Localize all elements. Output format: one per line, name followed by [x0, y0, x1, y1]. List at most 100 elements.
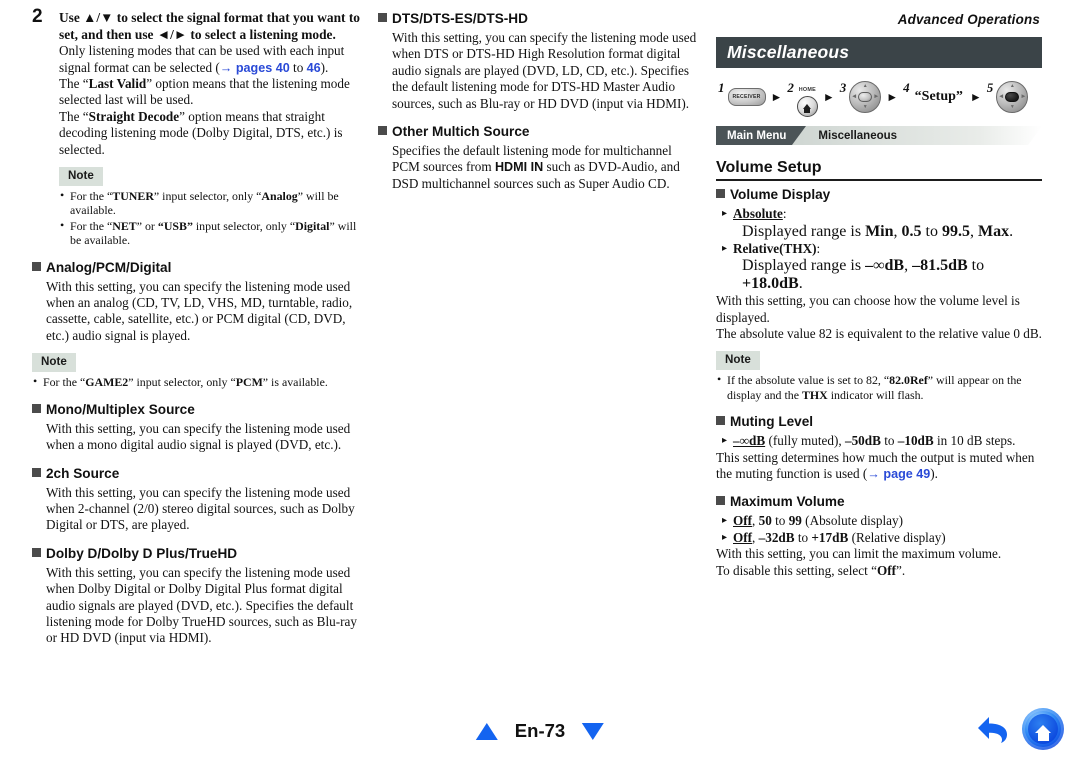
dpad-enter-icon[interactable]: ▲ ▼ ◀ ▶	[996, 81, 1029, 113]
dpad-down-icon: ▼	[862, 105, 868, 110]
step-number: 2	[32, 6, 43, 27]
section-body-mono-multiplex-source: With this setting, you can specify the l…	[46, 420, 351, 453]
option-relative-range: Displayed range is –∞dB, –81.5dB to +18.…	[716, 257, 1042, 293]
range-sep1: ,	[893, 222, 902, 240]
remote-step-number: 4	[903, 80, 910, 95]
range-text-a: Displayed range is	[742, 222, 866, 240]
home-button-icon[interactable]	[796, 95, 818, 117]
max-suffix: (Absolute display)	[801, 513, 903, 529]
chapter-banner: Miscellaneous	[716, 37, 1042, 68]
para3-bold: Straight Decode	[88, 108, 180, 124]
muting-inf: –∞dB	[733, 433, 766, 449]
section-heading-label: Dolby D/Dolby D Plus/TrueHD	[46, 545, 238, 561]
section-heading-other-multich-source: Other Multich Source	[378, 123, 700, 140]
arrow-right-icon: ►	[886, 89, 899, 104]
step-paragraph-3: The “Straight Decode” option means that …	[59, 109, 362, 158]
note-label: Note	[32, 353, 76, 373]
max-off: Off	[733, 529, 753, 545]
max-para2-a: To disable this setting, select “	[716, 562, 877, 578]
section-heading-analog-pcm-digital: Analog/PCM/Digital	[32, 259, 362, 276]
note-text-a: If the absolute value is set to 82, “	[727, 373, 890, 388]
page-link-46: 46	[306, 60, 321, 75]
triangle-up-icon[interactable]	[475, 722, 498, 740]
section-heading-maximum-volume: Maximum Volume	[716, 493, 1042, 510]
remote-key-sequence: 1 RECEIVER ► 2 HOME ► 3 ▲ ▼ ◀ ▶ ► 4 “Set…	[718, 77, 1042, 117]
remote-step-number: 3	[839, 80, 847, 95]
section-heading-label: Maximum Volume	[730, 494, 845, 510]
range-inf: –∞dB	[865, 257, 905, 275]
dpad-left-icon: ◀	[999, 94, 1004, 100]
arrow-right-icon: ►	[770, 89, 783, 104]
option-max-volume-relative: Off, –32dB to +17dB (Relative display)	[716, 529, 1042, 547]
option-absolute-colon: :	[782, 206, 787, 222]
range-high: +18.0dB	[742, 275, 799, 293]
manual-page: 2 Use ▲/▼ to select the signal format th…	[0, 0, 1080, 764]
option-relative-thx: Relative(THX):	[716, 241, 1042, 258]
receiver-button-icon[interactable]: RECEIVER	[727, 88, 766, 106]
square-bullet-icon	[716, 416, 725, 426]
range-high: 99.5	[941, 222, 970, 240]
option-absolute-label: Absolute	[733, 206, 783, 222]
page-link-40-46[interactable]: → pages 40 to 46	[220, 59, 321, 75]
section-heading-dts: DTS/DTS-ES/DTS-HD	[378, 10, 700, 27]
square-bullet-icon	[716, 496, 725, 506]
max-suffix: (Relative display)	[848, 529, 946, 545]
column-left: 2 Use ▲/▼ to select the signal format th…	[32, 6, 362, 647]
maximum-volume-paragraph-2: To disable this setting, select “Off”.	[716, 563, 1042, 579]
step-para1-text-b: ).	[320, 59, 329, 75]
dpad-up-icon: ▲	[862, 84, 868, 89]
dpad-arrows-icon[interactable]: ▲ ▼ ◀ ▶	[849, 81, 882, 113]
title-rule	[716, 179, 1042, 182]
remote-step-number: 1	[718, 80, 725, 95]
section-heading-dolby-d-plus-trueHD: Dolby D/Dolby D Plus/TrueHD	[32, 545, 362, 562]
home-button-group: HOME	[796, 78, 818, 117]
page-link-label: pages 40	[235, 60, 290, 75]
dpad-right-icon: ▶	[874, 94, 879, 100]
note-item: If the absolute value is set to 82, “82.…	[716, 372, 1042, 402]
section-body-dolby-d-plus-trueHD: With this setting, you can specify the l…	[46, 564, 357, 646]
note-block-2: Note For the “GAME2” input selector, onl…	[32, 344, 362, 389]
page-footer: En-73	[0, 706, 1080, 750]
note-text-bold: 82.0Ref	[889, 373, 928, 388]
note-label: Note	[59, 167, 103, 187]
muting-50: –50dB	[844, 433, 881, 449]
section-heading-label: Volume Display	[730, 187, 831, 203]
note-item: For the “TUNER” input selector, only “An…	[59, 188, 362, 218]
muting-to: to	[880, 433, 898, 449]
arrow-right-icon: →	[867, 467, 880, 482]
remote-step-number: 5	[986, 80, 994, 95]
back-arrow-icon[interactable]	[977, 714, 1011, 744]
max-low: 50	[758, 513, 772, 529]
para2-a: The “	[59, 76, 89, 91]
muting-para-b: ).	[930, 466, 938, 482]
range-end: .	[798, 275, 803, 293]
option-max-volume-absolute: Off, 50 to 99 (Absolute display)	[716, 513, 1042, 530]
page-navigation: En-73	[475, 720, 605, 742]
para2-bold: Last Valid	[88, 76, 147, 91]
note-block-1: Note For the “TUNER” input selector, onl…	[32, 158, 362, 248]
square-bullet-icon	[32, 261, 41, 271]
home-icon[interactable]	[1022, 708, 1064, 750]
column-middle: DTS/DTS-ES/DTS-HD With this setting, you…	[378, 10, 700, 192]
option-absolute-range: Displayed range is Min, 0.5 to 99.5, Max…	[716, 223, 1042, 241]
range-sep2: ,	[969, 222, 978, 240]
square-bullet-icon	[716, 189, 725, 199]
numbered-step-2: 2 Use ▲/▼ to select the signal format th…	[32, 6, 362, 158]
breadcrumb-item-main-menu[interactable]: Main Menu	[716, 126, 807, 145]
column-right: Advanced Operations Miscellaneous 1 RECE…	[716, 8, 1042, 579]
note-item: For the “GAME2” input selector, only “PC…	[32, 374, 362, 389]
page-link-49[interactable]: → page 49	[867, 467, 930, 481]
dpad-center-icon	[858, 92, 873, 102]
note-list: For the “GAME2” input selector, only “PC…	[32, 374, 362, 389]
breadcrumb-item-miscellaneous[interactable]: Miscellaneous	[792, 126, 1042, 145]
para3-a: The “	[59, 108, 89, 124]
range-to: to	[921, 222, 942, 240]
range-end: .	[1009, 222, 1014, 240]
square-bullet-icon	[378, 13, 387, 22]
dpad-right-icon: ▶	[1021, 94, 1026, 100]
max-sep: ,	[752, 529, 759, 545]
triangle-down-icon[interactable]	[582, 722, 605, 740]
square-bullet-icon	[32, 547, 41, 557]
page-link-to: to	[289, 59, 307, 75]
max-sep: ,	[752, 513, 759, 529]
